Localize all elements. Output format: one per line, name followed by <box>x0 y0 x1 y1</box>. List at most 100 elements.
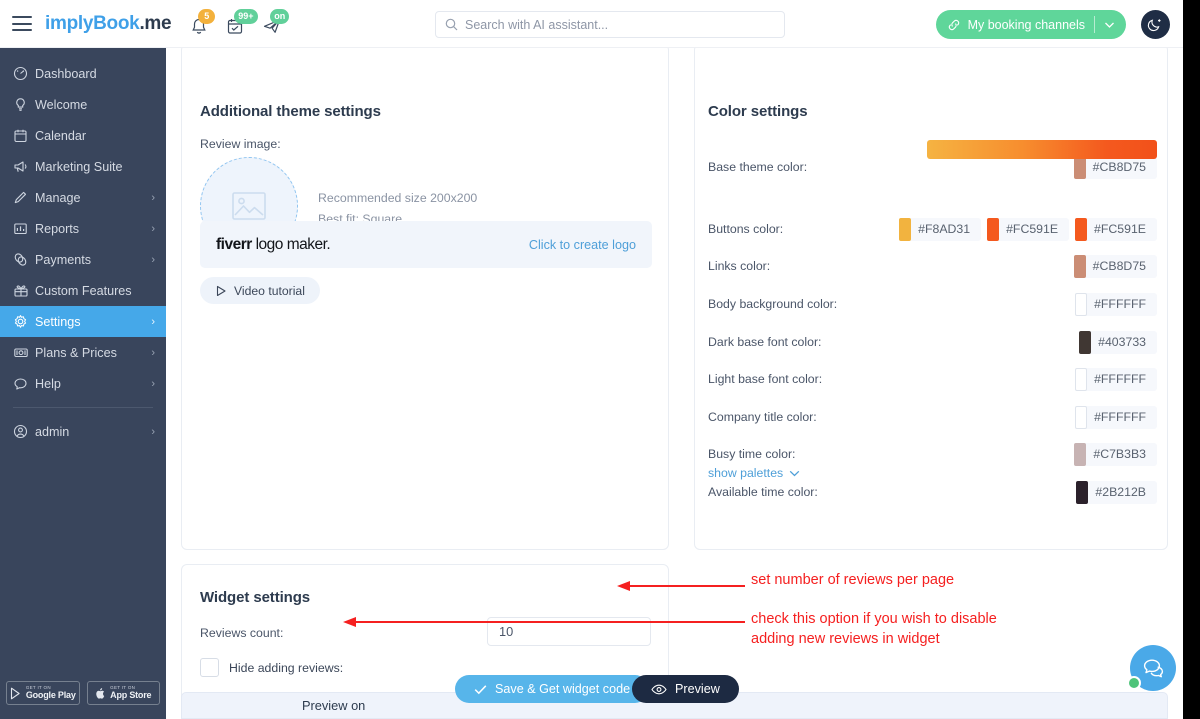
color-label: Links color: <box>708 259 1074 273</box>
color-hex-value: #F8AD31 <box>918 222 970 236</box>
gradient-preview-bar <box>927 140 1157 159</box>
chevron-right-icon: › <box>151 316 155 328</box>
sidebar-label: Dashboard <box>35 67 155 81</box>
color-picker-dark-base-font[interactable]: #403733 <box>1079 331 1157 354</box>
color-swatch[interactable] <box>1075 293 1087 316</box>
reviews-count-label: Reviews count: <box>200 626 283 640</box>
color-swatch[interactable] <box>1075 368 1087 391</box>
sidebar-item-plans-prices[interactable]: Plans & Prices › <box>0 337 166 368</box>
fiverr-rest-text: logo maker. <box>252 236 330 253</box>
color-picker-busy-time[interactable]: #C7B3B3 <box>1074 443 1157 466</box>
sidebar-item-admin[interactable]: admin › <box>0 416 166 447</box>
chevron-down-icon <box>789 470 800 477</box>
send-badge: on <box>270 9 289 24</box>
color-settings-title: Color settings <box>708 103 807 120</box>
sidebar-label: Welcome <box>35 98 155 112</box>
app-store-badge[interactable]: GET IT ON App Store <box>87 681 161 705</box>
save-button-label: Save & Get widget code <box>495 682 630 696</box>
main-content: Additional theme settings Review image: … <box>166 48 1183 719</box>
color-swatch[interactable] <box>1076 481 1088 504</box>
sidebar-item-custom-features[interactable]: Custom Features <box>0 275 166 306</box>
bulb-icon <box>13 97 35 112</box>
create-logo-link[interactable]: Click to create logo <box>529 238 636 252</box>
search-input[interactable]: Search with AI assistant... <box>435 11 785 38</box>
color-swatch[interactable] <box>1074 255 1086 278</box>
hide-adding-reviews-checkbox[interactable] <box>200 658 219 677</box>
chevron-right-icon: › <box>151 254 155 266</box>
dark-mode-toggle[interactable] <box>1141 10 1170 39</box>
store-name: App Store <box>110 691 151 700</box>
sidebar-item-payments[interactable]: Payments › <box>0 244 166 275</box>
color-swatch[interactable] <box>1074 443 1086 466</box>
color-swatch[interactable] <box>987 218 999 241</box>
color-hex-value: #FC591E <box>1006 222 1058 236</box>
color-picker-button-3[interactable]: #FC591E <box>1075 218 1157 241</box>
user-circle-icon <box>13 424 35 439</box>
google-play-badge[interactable]: GET IT ON Google Play <box>6 681 80 705</box>
color-swatch[interactable] <box>1075 218 1087 241</box>
sidebar-nav: Dashboard Welcome Calendar Marketing Sui… <box>0 48 166 719</box>
speedometer-icon <box>13 66 35 81</box>
recommended-size-text: Recommended size 200x200 <box>318 188 477 209</box>
my-booking-channels-button[interactable]: My booking channels <box>936 10 1126 39</box>
top-header: implyBook.me 5 99+ on Search with AI ass… <box>0 0 1183 48</box>
color-picker-available-time[interactable]: #2B212B <box>1076 481 1157 504</box>
logo-simplybook[interactable]: implyBook.me <box>45 13 171 35</box>
preview-button[interactable]: Preview <box>632 675 739 703</box>
show-palettes-toggle[interactable]: show palettes <box>708 466 800 480</box>
widget-settings-title: Widget settings <box>200 589 310 606</box>
sidebar-label: Calendar <box>35 129 155 143</box>
sidebar-item-calendar[interactable]: Calendar <box>0 120 166 151</box>
link-icon <box>947 18 961 32</box>
send-icon[interactable]: on <box>262 12 284 36</box>
chevron-right-icon: › <box>151 192 155 204</box>
fiverr-logo-maker-banner: fiverr logo maker. Click to create logo <box>200 221 652 268</box>
color-label: Company title color: <box>708 410 1075 424</box>
color-row-dark-base-font: Dark base font color: #403733 <box>708 330 1157 354</box>
sidebar-item-help[interactable]: Help › <box>0 368 166 399</box>
color-picker-body-background[interactable]: #FFFFFF <box>1075 293 1157 316</box>
color-label: Light base font color: <box>708 372 1075 386</box>
color-picker-light-base-font[interactable]: #FFFFFF <box>1075 368 1157 391</box>
sidebar-item-settings[interactable]: Settings › <box>0 306 166 337</box>
money-icon <box>13 345 35 360</box>
save-get-widget-code-button[interactable]: Save & Get widget code <box>455 675 649 703</box>
review-image-label: Review image: <box>200 137 281 151</box>
annotation-reviews-per-page: set number of reviews per page <box>751 571 954 590</box>
color-row-buttons: Buttons color: #F8AD31 #FC591E #FC591E <box>708 217 1157 241</box>
color-picker-links[interactable]: #CB8D75 <box>1074 255 1157 278</box>
eye-icon <box>651 684 667 695</box>
color-label: Base theme color: <box>708 160 1074 174</box>
calendar-icon[interactable]: 99+ <box>226 12 248 36</box>
hamburger-menu-icon[interactable] <box>12 16 32 31</box>
bell-icon[interactable]: 5 <box>190 12 212 36</box>
color-hex-value: #403733 <box>1098 335 1146 349</box>
sidebar-label: Marketing Suite <box>35 160 155 174</box>
chevron-right-icon: › <box>151 347 155 359</box>
hide-adding-reviews-label: Hide adding reviews: <box>229 661 343 675</box>
brand-name: implyBook <box>45 13 139 34</box>
sidebar-item-reports[interactable]: Reports › <box>0 213 166 244</box>
brand-suffix: .me <box>139 13 171 34</box>
color-swatch[interactable] <box>899 218 911 241</box>
color-picker-button-1[interactable]: #F8AD31 <box>899 218 981 241</box>
sidebar-item-manage[interactable]: Manage › <box>0 182 166 213</box>
color-swatch[interactable] <box>1075 406 1087 429</box>
chat-support-button[interactable] <box>1130 645 1176 691</box>
preview-button-label: Preview <box>675 682 720 696</box>
video-tutorial-button[interactable]: Video tutorial <box>200 277 320 304</box>
sidebar-item-welcome[interactable]: Welcome <box>0 89 166 120</box>
color-label: Dark base font color: <box>708 335 1079 349</box>
chat-bubbles-icon <box>1141 658 1166 679</box>
color-picker-company-title[interactable]: #FFFFFF <box>1075 406 1157 429</box>
color-picker-button-2[interactable]: #FC591E <box>987 218 1069 241</box>
sidebar-item-dashboard[interactable]: Dashboard <box>0 58 166 89</box>
sidebar-divider <box>13 407 153 408</box>
sidebar-item-marketing-suite[interactable]: Marketing Suite <box>0 151 166 182</box>
fiverr-brand-text: fiverr <box>216 236 252 253</box>
reviews-count-input[interactable]: 10 <box>487 617 651 646</box>
sidebar-label: Manage <box>35 191 151 205</box>
color-swatch[interactable] <box>1079 331 1091 354</box>
right-gutter <box>1183 0 1200 719</box>
color-settings-card: Color settings Base theme color: #CB8D75… <box>694 48 1168 550</box>
